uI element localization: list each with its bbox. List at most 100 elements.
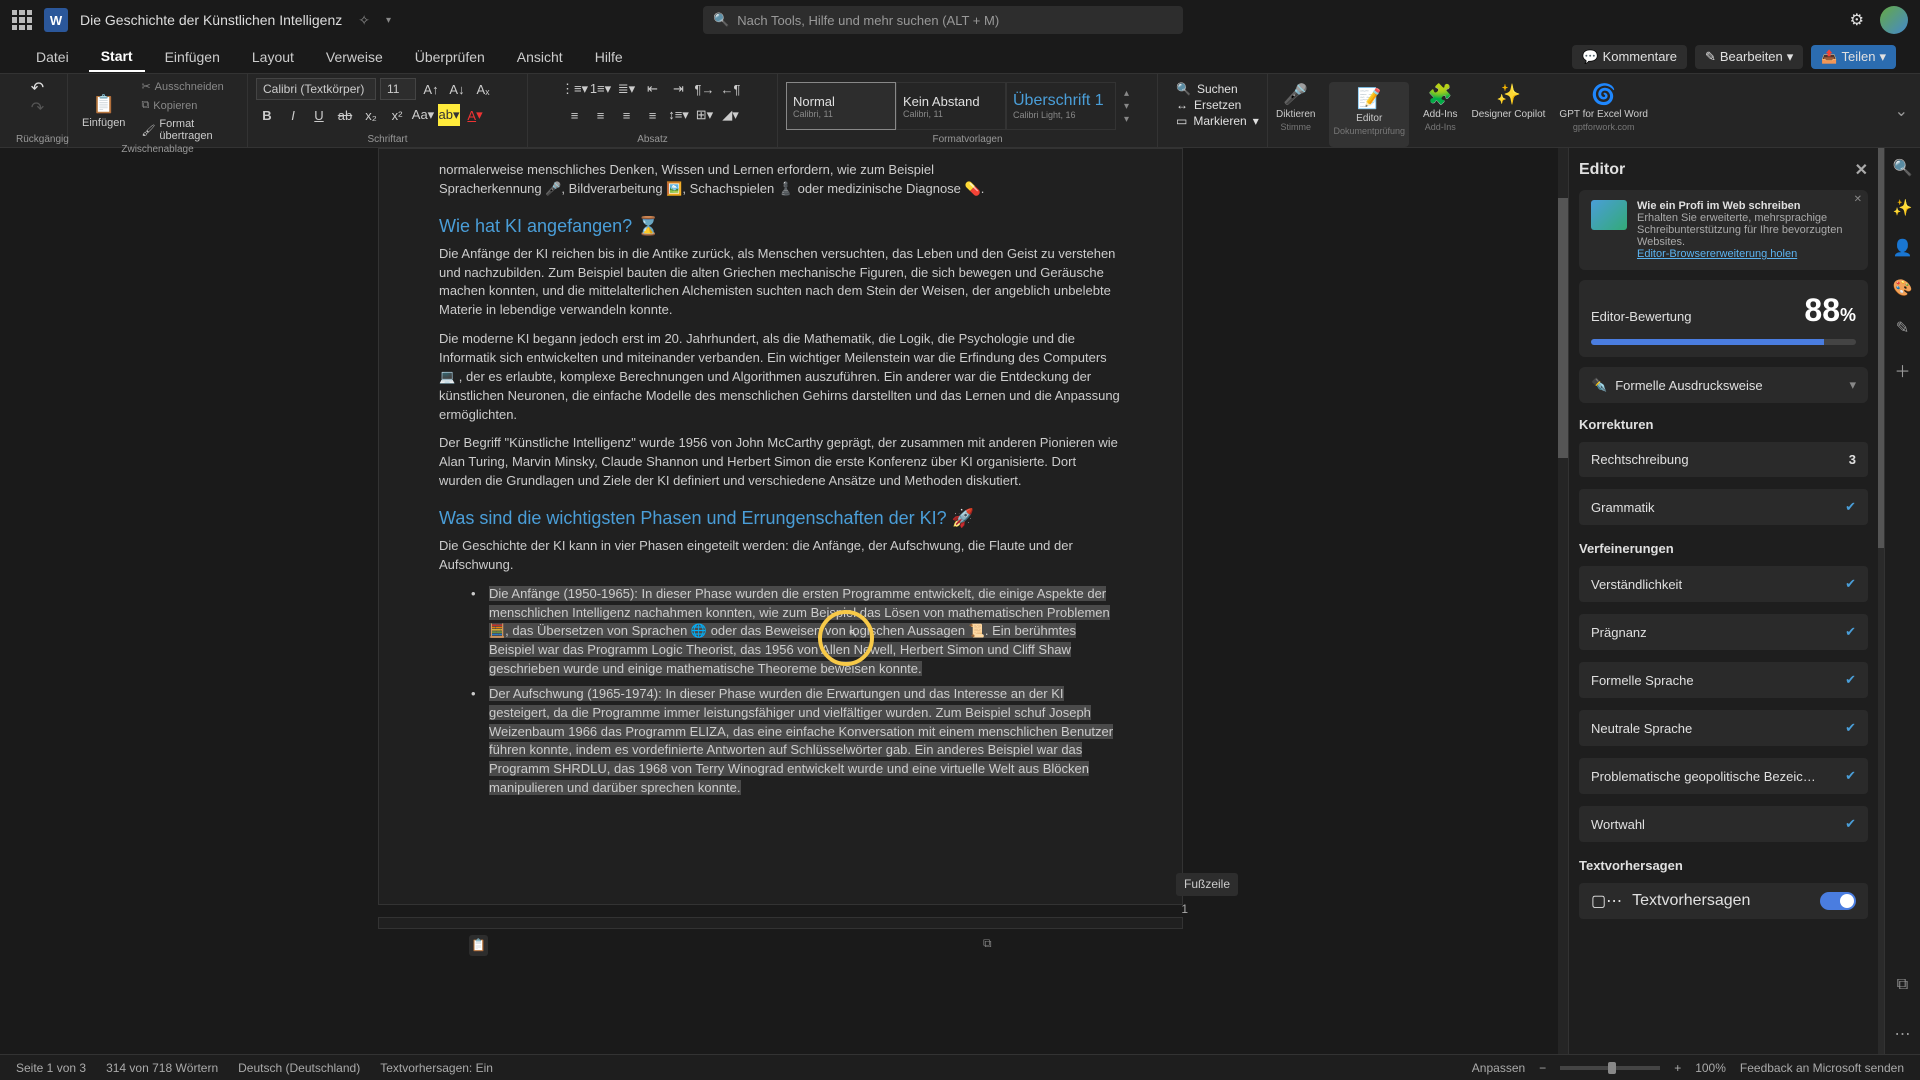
app-launcher-icon[interactable] (12, 10, 32, 30)
style-scroll-down-icon[interactable]: ▾ (1124, 101, 1129, 112)
row-spelling[interactable]: Rechtschreibung3 (1579, 442, 1868, 477)
doc-paragraph[interactable]: Die Geschichte der KI kann in vier Phase… (439, 537, 1122, 575)
redo-icon[interactable]: ↷ (31, 98, 44, 118)
clip-reference-icon[interactable]: ⧉ (983, 935, 992, 952)
paste-options-icon[interactable]: 📋 (469, 935, 488, 956)
status-lang[interactable]: Deutsch (Deutschland) (238, 1061, 360, 1075)
row-geopolitical[interactable]: Problematische geopolitische Bezeic…✔ (1579, 758, 1868, 794)
subscript-icon[interactable]: x₂ (360, 104, 382, 126)
score-card[interactable]: Editor-Bewertung 88% (1579, 280, 1868, 357)
bullets-icon[interactable]: ⋮≡▾ (564, 78, 586, 100)
user-avatar[interactable] (1880, 6, 1908, 34)
status-predictions[interactable]: Textvorhersagen: Ein (380, 1061, 493, 1075)
multilevel-icon[interactable]: ≣▾ (616, 78, 638, 100)
rail-people-icon[interactable]: 👤 (1893, 238, 1913, 258)
document-page[interactable]: normalerweise menschliches Denken, Wisse… (378, 148, 1183, 905)
row-wordchoice[interactable]: Wortwahl✔ (1579, 806, 1868, 842)
underline-icon[interactable]: U (308, 104, 330, 126)
undo-icon[interactable]: ↶ (31, 78, 44, 98)
next-page-top[interactable] (378, 917, 1183, 929)
row-grammar[interactable]: Grammatik✔ (1579, 489, 1868, 525)
search-box[interactable]: 🔍 Nach Tools, Hilfe und mehr suchen (ALT… (703, 6, 1183, 34)
case-icon[interactable]: Aa▾ (412, 104, 434, 126)
strike-icon[interactable]: ab (334, 104, 356, 126)
tab-verweise[interactable]: Verweise (314, 43, 395, 71)
tab-datei[interactable]: Datei (24, 43, 81, 71)
save-status-icon[interactable]: ✧ (358, 12, 370, 29)
rail-search-icon[interactable]: 🔍 (1893, 158, 1913, 178)
title-menu-chevron-icon[interactable]: ▾ (386, 15, 391, 26)
status-anpassen[interactable]: Anpassen (1472, 1061, 1525, 1075)
doc-heading[interactable]: Was sind die wichtigsten Phasen und Erru… (439, 505, 1122, 531)
font-name-select[interactable] (256, 78, 376, 100)
format-painter-button[interactable]: 🖌 Format übertragen (137, 116, 239, 144)
font-size-select[interactable] (380, 78, 416, 100)
doc-heading[interactable]: Wie hat KI angefangen? ⌛ (439, 213, 1122, 239)
doc-paragraph[interactable]: Die moderne KI begann jedoch erst im 20.… (439, 330, 1122, 424)
find-button[interactable]: 🔍 Suchen (1176, 82, 1249, 96)
bold-icon[interactable]: B (256, 104, 278, 126)
doc-bullet[interactable]: Der Aufschwung (1965-1974): In dieser Ph… (439, 685, 1122, 798)
style-kein-abstand[interactable]: Kein Abstand Calibri, 11 (896, 82, 1006, 130)
borders-icon[interactable]: ⊞▾ (694, 104, 716, 126)
paste-button[interactable]: 📋Einfügen (76, 90, 131, 133)
footer-button[interactable]: Fußzeile (1176, 873, 1238, 896)
ltr-icon[interactable]: ¶→ (694, 78, 716, 100)
close-pane-icon[interactable]: ✕ (1855, 160, 1868, 180)
italic-icon[interactable]: I (282, 104, 304, 126)
style-scroll-up-icon[interactable]: ▴ (1124, 88, 1129, 99)
editor-button[interactable]: 📝EditorDokumentprüfung (1329, 82, 1409, 147)
doc-paragraph[interactable]: Die Anfänge der KI reichen bis in die An… (439, 245, 1122, 320)
tab-hilfe[interactable]: Hilfe (583, 43, 635, 71)
writing-style-select[interactable]: ✒️ Formelle Ausdrucksweise ▾ (1579, 367, 1868, 403)
style-expand-icon[interactable]: ▾ (1124, 114, 1129, 125)
align-left-icon[interactable]: ≡ (564, 104, 586, 126)
cut-button[interactable]: ✂ Ausschneiden (137, 78, 239, 95)
align-justify-icon[interactable]: ≡ (642, 104, 664, 126)
grow-font-icon[interactable]: A↑ (420, 78, 442, 100)
settings-icon[interactable]: ⚙ (1850, 10, 1864, 30)
style-normal[interactable]: Normal Calibri, 11 (786, 82, 896, 130)
highlight-icon[interactable]: ab▾ (438, 104, 460, 126)
indent-icon[interactable]: ⇥ (668, 78, 690, 100)
tab-ansicht[interactable]: Ansicht (505, 43, 575, 71)
tab-layout[interactable]: Layout (240, 43, 306, 71)
zoom-in-icon[interactable]: + (1674, 1061, 1681, 1075)
rail-designer-icon[interactable]: 🎨 (1893, 278, 1913, 298)
promo-link[interactable]: Editor-Browsererweiterung holen (1637, 248, 1856, 260)
numbering-icon[interactable]: 1≡▾ (590, 78, 612, 100)
rail-add-icon[interactable]: ＋ (1894, 358, 1910, 382)
select-button[interactable]: ▭ Markieren ▾ (1176, 114, 1249, 128)
status-page[interactable]: Seite 1 von 3 (16, 1061, 86, 1075)
rail-ink-icon[interactable]: ✎ (1896, 318, 1909, 338)
predictions-toggle[interactable] (1820, 892, 1856, 910)
status-words[interactable]: 314 von 718 Wörtern (106, 1061, 218, 1075)
tab-start[interactable]: Start (89, 42, 145, 72)
document-title[interactable]: Die Geschichte der Künstlichen Intellige… (80, 12, 342, 28)
align-center-icon[interactable]: ≡ (590, 104, 612, 126)
dedent-icon[interactable]: ⇤ (642, 78, 664, 100)
ribbon-collapse-icon[interactable]: ⌄ (1883, 93, 1920, 129)
align-right-icon[interactable]: ≡ (616, 104, 638, 126)
font-color-icon[interactable]: A▾ (464, 104, 486, 126)
superscript-icon[interactable]: x² (386, 104, 408, 126)
dictate-button[interactable]: 🎤DiktierenStimme (1276, 82, 1315, 147)
promo-close-icon[interactable]: ✕ (1854, 194, 1862, 205)
zoom-level[interactable]: 100% (1695, 1061, 1726, 1075)
row-clarity[interactable]: Verständlichkeit✔ (1579, 566, 1868, 602)
rail-shortcut-icon[interactable]: ⧉ (1897, 976, 1908, 994)
copy-button[interactable]: ⧉ Kopieren (137, 97, 239, 114)
clear-format-icon[interactable]: Aₓ (472, 78, 494, 100)
zoom-slider[interactable] (1560, 1066, 1660, 1070)
doc-paragraph[interactable]: Der Begriff "Künstliche Intelligenz" wur… (439, 434, 1122, 491)
share-button[interactable]: 📤 Teilen ▾ (1811, 45, 1896, 69)
doc-scrollbar[interactable] (1558, 148, 1568, 1054)
doc-bullet[interactable]: Die Anfänge (1950-1965): In dieser Phase… (439, 585, 1122, 679)
row-formal[interactable]: Formelle Sprache✔ (1579, 662, 1868, 698)
doc-paragraph[interactable]: normalerweise menschliches Denken, Wisse… (439, 161, 1122, 199)
style-heading1[interactable]: Überschrift 1 Calibri Light, 16 (1006, 82, 1116, 130)
comments-button[interactable]: 💬 Kommentare (1572, 45, 1687, 69)
edit-mode-button[interactable]: ✎ Bearbeiten ▾ (1695, 45, 1803, 69)
tab-einfuegen[interactable]: Einfügen (153, 43, 232, 71)
rail-more-icon[interactable]: ⋯ (1895, 1024, 1911, 1044)
